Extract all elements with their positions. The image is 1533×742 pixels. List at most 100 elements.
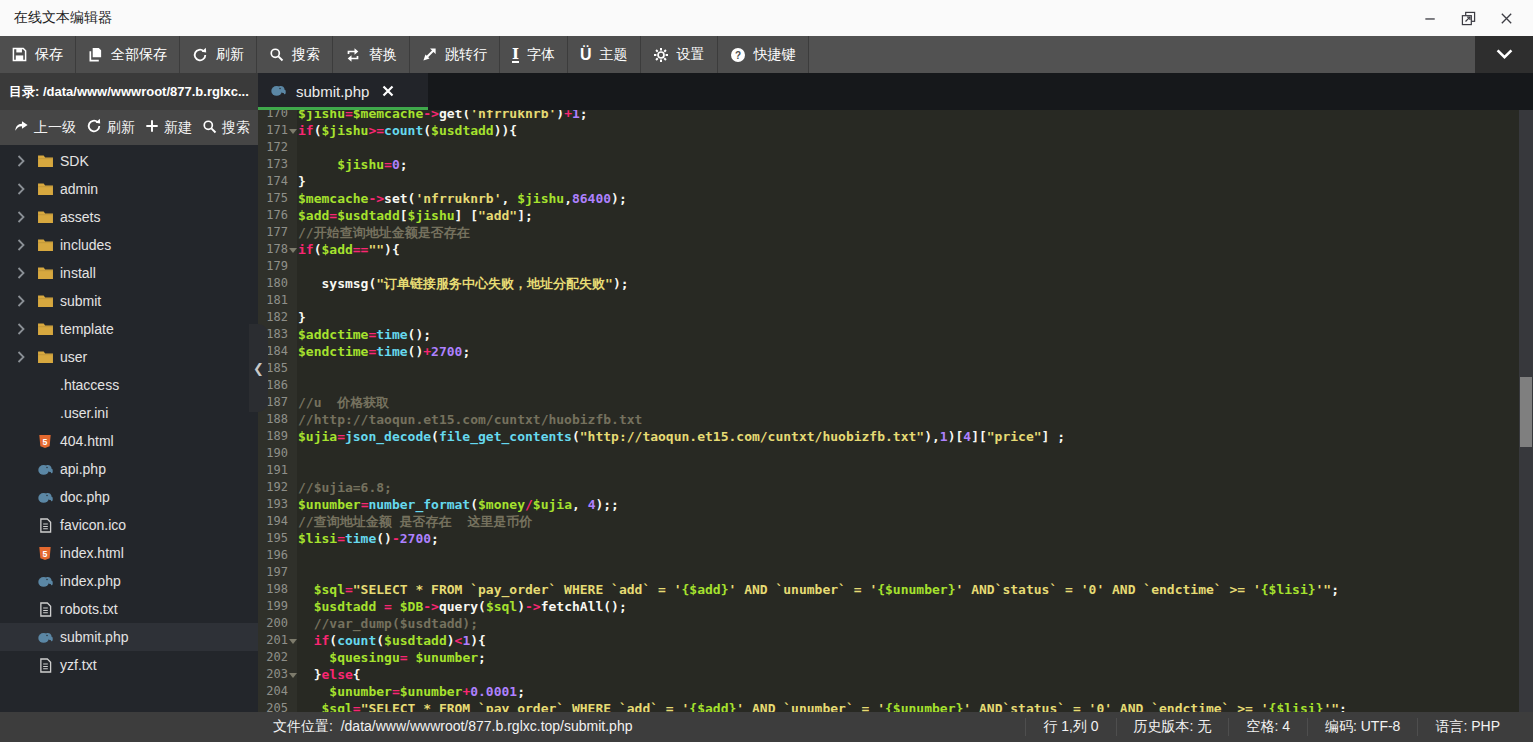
file-location: 文件位置: /data/www/wwwroot/877.b.rglxc.top/… [273, 718, 632, 736]
fold-icon[interactable] [288, 632, 297, 649]
tree-folder[interactable]: assets [0, 203, 258, 231]
code-line[interactable]: 179 [258, 258, 1519, 275]
toolbar-button-font[interactable]: I字体 [500, 36, 568, 73]
line-number: 174 [258, 173, 288, 190]
tree-folder[interactable]: template [0, 315, 258, 343]
code-line[interactable]: 203 }else{ [258, 666, 1519, 683]
toolbar-button-save[interactable]: 保存 [0, 36, 76, 73]
tree-folder[interactable]: includes [0, 231, 258, 259]
code-line[interactable]: 178if($add==""){ [258, 241, 1519, 258]
code-line[interactable]: 197 [258, 564, 1519, 581]
tree-folder[interactable]: user [0, 343, 258, 371]
code-line[interactable]: 175$memcache->set('nfrruknrb', $jishu,86… [258, 190, 1519, 207]
code-line[interactable]: 193$unumber=number_format($money/$ujia, … [258, 496, 1519, 513]
code-line[interactable]: 181 [258, 292, 1519, 309]
code-line[interactable]: 191 [258, 462, 1519, 479]
code-line[interactable]: 185 [258, 360, 1519, 377]
code-line[interactable]: 202 $quesingu= $unumber; [258, 649, 1519, 666]
dir-action-new[interactable]: 新建 [145, 119, 192, 137]
code-line[interactable]: 188//http://taoqun.et15.com/cuntxt/huobi… [258, 411, 1519, 428]
code-line[interactable]: 195$lisi=time()-2700; [258, 530, 1519, 547]
code-line[interactable]: 182} [258, 309, 1519, 326]
code-line[interactable]: 198 $sql="SELECT * FROM `pay_order` WHER… [258, 581, 1519, 598]
close-button[interactable] [1487, 0, 1525, 36]
svg-text:5: 5 [43, 436, 48, 446]
tree-file[interactable]: favicon.ico [0, 511, 258, 539]
toolbar-button-replace[interactable]: 替换 [333, 36, 410, 73]
file-file-icon [36, 518, 54, 533]
tree-file[interactable]: doc.php [0, 483, 258, 511]
code-line[interactable]: 194//查询地址金额 是否存在 这里是币价 [258, 513, 1519, 530]
tab-submit.php[interactable]: submit.php [258, 73, 428, 110]
editor-scrollbar[interactable] [1519, 110, 1533, 712]
toolbar-button-search[interactable]: 搜索 [257, 36, 333, 73]
tree-folder[interactable]: install [0, 259, 258, 287]
tree-file[interactable]: robots.txt [0, 595, 258, 623]
tree-folder[interactable]: SDK [0, 147, 258, 175]
code-line[interactable]: 174} [258, 173, 1519, 190]
window-controls [1411, 0, 1525, 36]
tree-file[interactable]: .htaccess [0, 371, 258, 399]
fold-icon[interactable] [288, 666, 297, 683]
tree-file[interactable]: .user.ini [0, 399, 258, 427]
code-line[interactable]: 172 [258, 139, 1519, 156]
tree-file[interactable]: yzf.txt [0, 651, 258, 679]
toolbar-button-label: 保存 [35, 46, 63, 64]
toolbar-button-refresh[interactable]: 刷新 [180, 36, 257, 73]
dir-action-up-level[interactable]: 上一级 [14, 119, 76, 137]
app-window: 在线文本编辑器 保存全部保存刷新搜索替换跳转行I字体Ü主题设置?快捷键 目录: … [0, 0, 1533, 742]
code-line[interactable]: 196 [258, 547, 1519, 564]
toolbar-button-shortcuts[interactable]: ?快捷键 [718, 36, 809, 73]
line-number: 200 [258, 615, 288, 632]
toolbar-button-save-all[interactable]: 全部保存 [76, 36, 180, 73]
code-line[interactable]: 183$addctime=time(); [258, 326, 1519, 343]
code-line[interactable]: 184$endctime=time()+2700; [258, 343, 1519, 360]
code-line[interactable]: 171if($jishu>=count($usdtadd)){ [258, 122, 1519, 139]
code-line[interactable]: 180 sysmsg("订单链接服务中心失败，地址分配失败"); [258, 275, 1519, 292]
fold-icon[interactable] [288, 241, 297, 258]
code-line[interactable]: 187//u 价格获取 [258, 394, 1519, 411]
tree-file[interactable]: index.php [0, 567, 258, 595]
code-line[interactable]: 201 if(count($usdtadd)<1){ [258, 632, 1519, 649]
tree-file[interactable]: api.php [0, 455, 258, 483]
fold-icon[interactable] [288, 122, 297, 139]
toolbar-button-goto-line[interactable]: 跳转行 [410, 36, 500, 73]
toolbar-button-label: 全部保存 [111, 46, 167, 64]
dir-action-search[interactable]: 搜索 [202, 119, 250, 137]
code-line[interactable]: 200 //var_dump($usdtadd); [258, 615, 1519, 632]
sidebar-collapse-handle[interactable]: ❮ [249, 324, 268, 412]
fold-gutter [288, 700, 297, 712]
tree-folder[interactable]: submit [0, 287, 258, 315]
code-line[interactable]: 204 $unumber=$unumber+0.0001; [258, 683, 1519, 700]
dir-action-refresh[interactable]: 刷新 [86, 118, 135, 137]
code-line[interactable]: 192//$ujia=6.8; [258, 479, 1519, 496]
tree-file[interactable]: 5index.html [0, 539, 258, 567]
tree-file[interactable]: submit.php [0, 623, 258, 651]
code-line[interactable]: 177//开始查询地址金额是否存在 [258, 224, 1519, 241]
minimize-button[interactable] [1411, 0, 1449, 36]
line-number: 182 [258, 309, 288, 326]
code-line[interactable]: 186 [258, 377, 1519, 394]
toolbar-button-settings[interactable]: 设置 [641, 36, 718, 73]
code-line[interactable]: 199 $usdtadd = $DB->query($sql)->fetchAl… [258, 598, 1519, 615]
code-line[interactable]: 170$jishu=$memcache->get('nfrruknrb')+1; [258, 110, 1519, 122]
toolbar-button-theme[interactable]: Ü主题 [568, 36, 641, 73]
tree-file[interactable]: 5404.html [0, 427, 258, 455]
tree-folder[interactable]: admin [0, 175, 258, 203]
code-line[interactable]: 189$ujia=json_decode(file_get_contents("… [258, 428, 1519, 445]
chevron-right-icon [17, 183, 29, 195]
tab-close-icon[interactable] [382, 84, 394, 100]
code-line[interactable]: 176$add=$usdtadd[$jishu] ["add"]; [258, 207, 1519, 224]
toolbar-collapse-button[interactable] [1475, 36, 1533, 73]
code-line[interactable]: 205 $sql="SELECT * FROM `pay_order` WHER… [258, 700, 1519, 712]
font-icon: I [512, 47, 519, 63]
maximize-button[interactable] [1449, 0, 1487, 36]
code-line[interactable]: 190 [258, 445, 1519, 462]
scrollbar-thumb[interactable] [1520, 377, 1532, 447]
caret-down-icon [1496, 46, 1513, 64]
code-editor[interactable]: 170$jishu=$memcache->get('nfrruknrb')+1;… [258, 110, 1533, 712]
new-icon [145, 119, 159, 136]
fold-gutter [288, 547, 297, 564]
fold-gutter [288, 139, 297, 156]
code-line[interactable]: 173 $jishu=0; [258, 156, 1519, 173]
